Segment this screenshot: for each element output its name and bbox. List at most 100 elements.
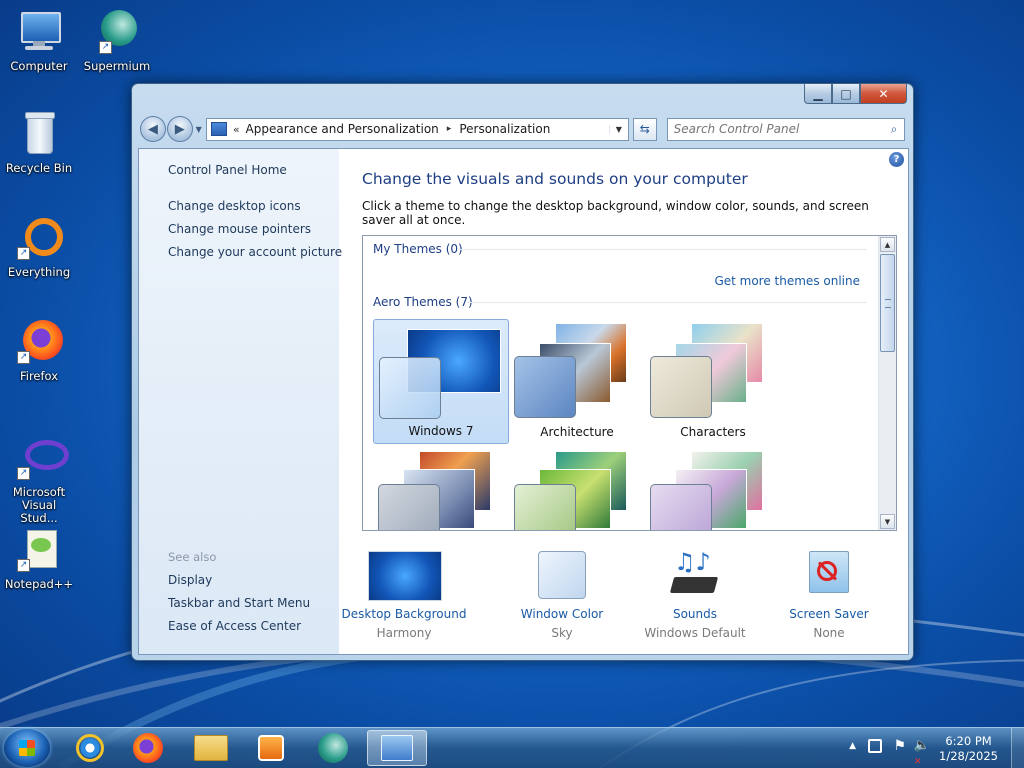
window-color-icon xyxy=(538,549,586,601)
close-button[interactable]: ✕ xyxy=(860,84,907,104)
breadcrumb-appearance[interactable]: Appearance and Personalization xyxy=(246,122,439,136)
volume-muted-icon[interactable]: 🔈✕ xyxy=(914,738,930,768)
taskbar-internet-explorer[interactable] xyxy=(64,730,116,766)
desktop-icon-everything[interactable]: ↗ Everything xyxy=(2,214,76,279)
breadcrumb-overflow[interactable]: « xyxy=(233,123,240,136)
desktop-background-value: Harmony xyxy=(376,626,432,640)
desktop-icon-firefox[interactable]: ↗ Firefox xyxy=(2,318,76,383)
desktop-icon-label: Computer xyxy=(10,59,68,73)
search-input[interactable] xyxy=(667,121,884,137)
taskbar-control-panel[interactable] xyxy=(367,730,427,766)
file-explorer-icon xyxy=(194,735,228,761)
clock-date: 1/28/2025 xyxy=(939,749,998,763)
desktop-icon-label: Supermium xyxy=(83,59,151,73)
breadcrumb-separator-icon[interactable]: ▸ xyxy=(447,124,452,134)
windows-logo-icon xyxy=(19,740,35,756)
sidebar-change-account-picture[interactable]: Change your account picture xyxy=(168,245,342,259)
group-divider xyxy=(467,302,867,303)
window-color-button[interactable]: Window Color Sky xyxy=(497,549,627,640)
screen-saver-title[interactable]: Screen Saver xyxy=(764,607,894,621)
theme-item[interactable] xyxy=(645,451,781,530)
network-icon[interactable] xyxy=(868,739,882,753)
see-also-ease-of-access[interactable]: Ease of Access Center xyxy=(168,619,301,633)
theme-architecture[interactable]: Architecture xyxy=(509,319,645,444)
theme-components-bar: Desktop Background Harmony Window Color … xyxy=(339,549,908,654)
desktop-background-button[interactable]: Desktop Background Harmony xyxy=(339,549,469,640)
theme-label: Architecture xyxy=(540,425,614,439)
recent-pages-dropdown[interactable]: ▼ xyxy=(196,125,202,134)
address-bar[interactable]: « Appearance and Personalization ▸ Perso… xyxy=(205,117,629,141)
sidebar-change-mouse-pointers[interactable]: Change mouse pointers xyxy=(168,222,311,236)
theme-color-swatch xyxy=(650,484,712,530)
theme-color-swatch xyxy=(379,357,441,419)
back-button[interactable]: ◀ xyxy=(140,116,166,142)
desktop-background-title[interactable]: Desktop Background xyxy=(339,607,469,621)
window-color-value: Sky xyxy=(551,626,573,640)
scroll-grip-icon xyxy=(885,299,891,308)
refresh-icon: ⇆ xyxy=(639,122,650,136)
media-player-icon xyxy=(258,735,284,761)
clock-time: 6:20 PM xyxy=(945,734,992,748)
breadcrumb-personalization[interactable]: Personalization xyxy=(459,122,550,136)
internet-explorer-icon xyxy=(76,734,104,762)
my-themes-heading[interactable]: My Themes (0) xyxy=(373,242,463,256)
help-icon[interactable]: ? xyxy=(889,152,904,167)
aero-themes-heading[interactable]: Aero Themes (7) xyxy=(373,295,473,309)
minimize-button[interactable]: ▁ xyxy=(804,84,832,104)
desktop-icon-computer[interactable]: Computer xyxy=(2,8,76,73)
start-button[interactable] xyxy=(4,729,50,767)
screen-saver-value: None xyxy=(813,626,845,640)
page-title: Change the visuals and sounds on your co… xyxy=(362,170,748,188)
desktop-icon-label: Firefox xyxy=(19,369,59,383)
scroll-thumb[interactable] xyxy=(880,254,895,352)
show-hidden-icons-arrow[interactable]: ▲ xyxy=(849,741,856,751)
see-also-heading: See also xyxy=(168,550,217,564)
screen-saver-button[interactable]: Screen Saver None xyxy=(764,549,894,640)
theme-color-swatch xyxy=(378,484,440,530)
forward-button[interactable]: ▶ xyxy=(166,116,193,142)
themes-list[interactable]: My Themes (0) Get more themes online Aer… xyxy=(362,235,897,531)
see-also-taskbar-start-menu[interactable]: Taskbar and Start Menu xyxy=(168,596,310,610)
theme-color-swatch xyxy=(514,484,576,530)
forward-arrow-icon: ▶ xyxy=(174,121,185,137)
search-icon[interactable]: ⌕ xyxy=(884,122,904,137)
theme-label: Characters xyxy=(680,425,746,439)
scroll-down-button[interactable]: ▼ xyxy=(880,514,895,529)
search-box[interactable]: ⌕ xyxy=(666,117,905,141)
get-more-themes-link[interactable]: Get more themes online xyxy=(714,274,860,288)
show-desktop-button[interactable] xyxy=(1011,728,1024,768)
desktop-icon-visual-studio[interactable]: ↗ Microsoft Visual Stud... xyxy=(2,434,76,525)
desktop-icon-recycle-bin[interactable]: Recycle Bin xyxy=(2,110,76,175)
themes-scrollbar[interactable]: ▲ ▼ xyxy=(878,236,896,530)
sounds-title[interactable]: Sounds xyxy=(630,607,760,621)
control-panel-icon xyxy=(381,735,413,761)
theme-item[interactable] xyxy=(509,451,645,530)
refresh-button[interactable]: ⇆ xyxy=(632,117,657,141)
theme-item[interactable] xyxy=(373,451,509,530)
desktop-icon-notepadpp[interactable]: ↗ Notepad++ xyxy=(2,526,76,591)
theme-color-swatch xyxy=(514,356,576,418)
scroll-up-button[interactable]: ▲ xyxy=(880,237,895,252)
sidebar-control-panel-home[interactable]: Control Panel Home xyxy=(168,163,287,177)
recycle-bin-icon xyxy=(15,110,63,158)
system-clock[interactable]: 6:20 PM 1/28/2025 xyxy=(939,734,998,764)
taskbar-file-explorer[interactable] xyxy=(185,730,237,766)
action-center-flag-icon[interactable]: ⚑ xyxy=(893,738,906,754)
theme-label: Windows 7 xyxy=(408,424,474,438)
theme-characters[interactable]: Characters xyxy=(645,319,781,444)
maximize-button[interactable]: □ xyxy=(832,84,860,104)
address-dropdown-icon[interactable]: ▼ xyxy=(608,124,628,134)
taskbar-media-player[interactable] xyxy=(245,730,297,766)
sidebar-change-desktop-icons[interactable]: Change desktop icons xyxy=(168,199,301,213)
sounds-value: Windows Default xyxy=(644,626,746,640)
window-color-title[interactable]: Window Color xyxy=(497,607,627,621)
theme-color-swatch xyxy=(650,356,712,418)
see-also-display[interactable]: Display xyxy=(168,573,212,587)
sounds-button[interactable]: ♫♪ Sounds Windows Default xyxy=(630,549,760,640)
desktop-icon-label: Recycle Bin xyxy=(5,161,73,175)
taskbar-supermium[interactable] xyxy=(307,730,359,766)
theme-windows-7[interactable]: Windows 7 xyxy=(373,319,509,444)
taskbar-firefox[interactable] xyxy=(122,730,174,766)
supermium-icon xyxy=(318,733,348,763)
desktop-icon-supermium[interactable]: ↗ Supermium xyxy=(80,8,154,73)
